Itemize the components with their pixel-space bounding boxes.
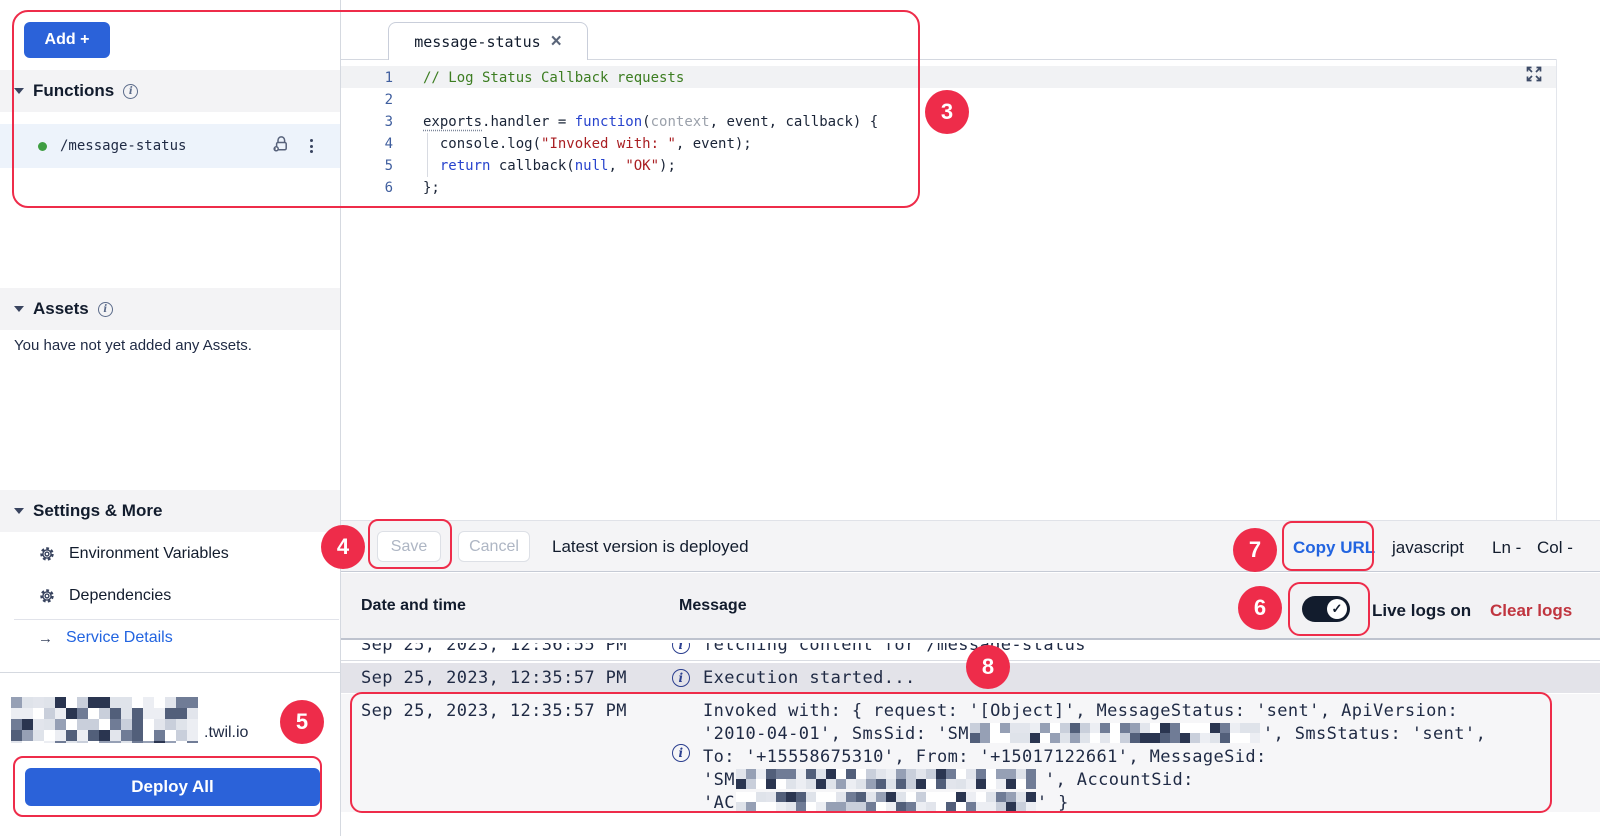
deploy-status-text: Latest version is deployed — [552, 537, 749, 557]
redacted-domain — [11, 697, 201, 743]
info-icon: i — [672, 744, 690, 762]
sidebar: Add + Functions i /message-status Assets — [0, 0, 341, 836]
divider — [0, 672, 340, 673]
deploy-all-button[interactable]: Deploy All — [25, 768, 320, 806]
add-button[interactable]: Add + — [24, 22, 110, 58]
log-date: Sep 25, 2023, 12:36:55 PM — [361, 643, 659, 655]
env-variables-label: Environment Variables — [69, 545, 229, 563]
gear-icon — [38, 587, 56, 605]
editor-border — [1556, 59, 1557, 521]
dependencies-label: Dependencies — [69, 587, 171, 605]
functions-title: Functions — [33, 81, 114, 101]
live-logs-toggle[interactable]: ✓ — [1302, 596, 1350, 622]
arrow-right-icon: → — [38, 630, 53, 647]
chevron-down-icon — [14, 88, 24, 94]
logs-message-header: Message — [679, 597, 747, 615]
column-indicator: Col - — [1537, 538, 1573, 558]
tab-message-status[interactable]: message-status × — [388, 22, 588, 60]
assets-section-header[interactable]: Assets i — [0, 288, 340, 330]
sidebar-item-environment-variables[interactable]: Environment Variables — [0, 533, 340, 575]
logs-date-header: Date and time — [361, 597, 679, 615]
info-icon: i — [672, 643, 690, 654]
redacted-sid — [970, 723, 1262, 743]
line-number-gutter: 123456 — [371, 67, 393, 199]
service-domain: .twil.io — [10, 698, 248, 744]
code-editor[interactable]: // Log Status Callback requestsexports.h… — [423, 67, 878, 199]
fullscreen-expand-icon[interactable] — [1524, 64, 1544, 89]
sidebar-item-dependencies[interactable]: Dependencies — [0, 575, 340, 617]
settings-title: Settings & More — [33, 501, 162, 521]
assets-empty-text: You have not yet added any Assets. — [14, 337, 252, 354]
log-message: Execution started... — [703, 668, 916, 688]
deployed-status-dot — [38, 142, 47, 151]
live-logs-label: Live logs on — [1372, 601, 1471, 621]
settings-section-header[interactable]: Settings & More — [0, 490, 340, 532]
toggle-check-icon: ✓ — [1327, 599, 1347, 619]
clear-logs-button[interactable]: Clear logs — [1490, 601, 1572, 621]
redacted-sid — [736, 769, 1044, 789]
log-row[interactable]: Sep 25, 2023, 12:36:55 PM i fetching con… — [341, 643, 1600, 661]
line-indicator: Ln - — [1492, 538, 1521, 558]
log-date: Sep 25, 2023, 12:35:57 PM — [361, 668, 659, 688]
annotation-badge: 3 — [925, 90, 969, 134]
cancel-button[interactable]: Cancel — [458, 531, 530, 562]
log-row[interactable]: Sep 25, 2023, 12:35:57 PM i Invoked with… — [341, 694, 1600, 812]
tab-label: message-status — [414, 33, 540, 51]
indent-guide — [427, 133, 428, 177]
service-details-link: Service Details — [66, 629, 173, 647]
language-indicator: javascript — [1392, 538, 1464, 558]
functions-section-header[interactable]: Functions i — [0, 70, 340, 112]
assets-title: Assets — [33, 299, 89, 319]
chevron-down-icon — [14, 508, 24, 514]
close-tab-icon[interactable]: × — [551, 32, 562, 51]
log-date: Sep 25, 2023, 12:35:57 PM — [361, 694, 659, 812]
chevron-down-icon — [14, 306, 24, 312]
save-button[interactable]: Save — [377, 531, 441, 562]
log-row[interactable]: Sep 25, 2023, 12:35:57 PM i Execution st… — [341, 663, 1600, 693]
log-message: fetching content for /message-status — [703, 643, 1086, 655]
kebab-menu-icon[interactable] — [307, 136, 316, 156]
copy-url-link[interactable]: Copy URL — [1293, 538, 1375, 558]
info-icon[interactable]: i — [98, 302, 113, 317]
sidebar-item-function[interactable]: /message-status — [0, 124, 340, 168]
sidebar-item-service-details[interactable]: → Service Details — [0, 617, 340, 659]
info-icon: i — [672, 669, 690, 687]
function-name: /message-status — [60, 138, 186, 154]
twilio-functions-editor: Add + Functions i /message-status Assets — [0, 0, 1600, 836]
protected-lock-icon — [272, 134, 291, 158]
info-icon[interactable]: i — [123, 84, 138, 99]
log-message-multiline: Invoked with: { request: '[Object]', Mes… — [703, 694, 1486, 812]
gear-icon — [38, 545, 56, 563]
redacted-sid — [736, 792, 1036, 812]
domain-suffix: .twil.io — [204, 724, 248, 744]
